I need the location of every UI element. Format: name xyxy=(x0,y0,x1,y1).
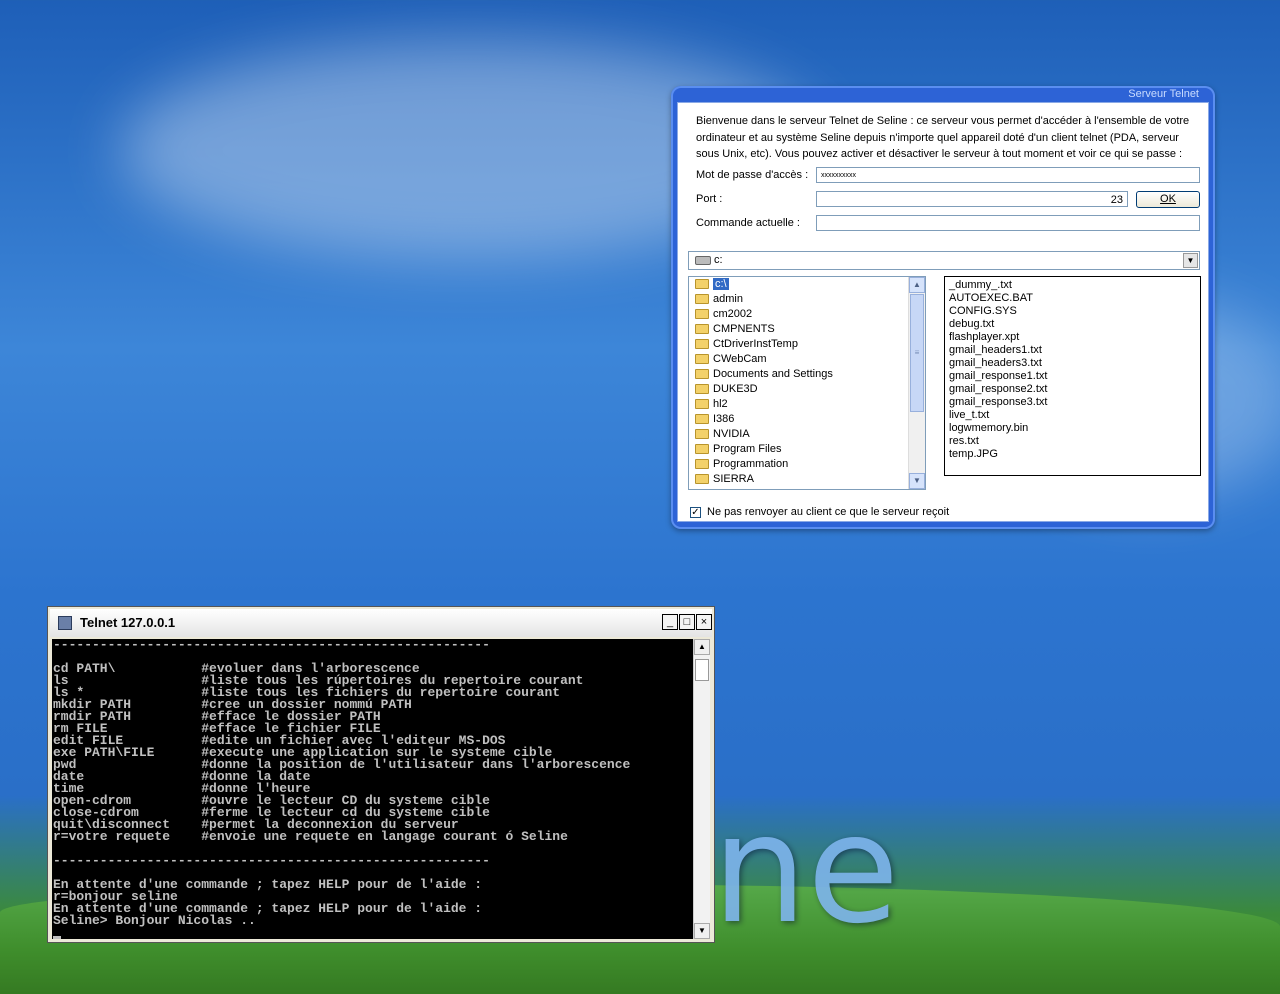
port-label: Port : xyxy=(696,193,723,205)
console-line: ----------------------------------------… xyxy=(53,639,490,652)
folder-icon xyxy=(695,369,709,380)
folder-icon xyxy=(695,399,709,410)
file-item[interactable]: live_t.txt xyxy=(949,409,1196,422)
panel-body: Bienvenue dans le serveur Telnet de Seli… xyxy=(677,102,1209,522)
directory-name: hl2 xyxy=(713,398,728,410)
file-item[interactable]: _dummy_.txt xyxy=(949,279,1196,292)
directory-name: Programmation xyxy=(713,458,789,470)
scroll-up-icon[interactable]: ▲ xyxy=(909,277,925,293)
directory-item[interactable]: cm2002 xyxy=(689,307,925,322)
directory-item[interactable]: I386 xyxy=(689,412,925,427)
directory-item[interactable]: NVIDIA xyxy=(689,427,925,442)
folder-icon xyxy=(695,459,709,470)
directory-name: CMPNENTS xyxy=(713,323,775,335)
text-cursor xyxy=(53,936,61,939)
directory-item[interactable]: Programmation xyxy=(689,457,925,472)
folder-icon xyxy=(695,354,709,365)
password-field[interactable]: xxxxxxxxxx xyxy=(816,167,1200,183)
file-item[interactable]: temp.JPG xyxy=(949,448,1196,461)
file-item[interactable]: logwmemory.bin xyxy=(949,422,1196,435)
console-output[interactable]: ----------------------------------------… xyxy=(52,639,693,939)
telnet-app-icon xyxy=(58,616,72,630)
password-label: Mot de passe d'accès : xyxy=(696,169,809,181)
no-echo-label: Ne pas renvoyer au client ce que le serv… xyxy=(707,506,950,518)
directory-name: cm2002 xyxy=(713,308,753,320)
folder-icon xyxy=(695,384,709,395)
directory-name: CtDriverInstTemp xyxy=(713,338,798,350)
directory-name: Program Files xyxy=(713,443,782,455)
directory-item[interactable]: CWebCam xyxy=(689,352,925,367)
scroll-thumb[interactable]: ≡ xyxy=(910,294,924,412)
folder-icon xyxy=(695,324,709,335)
directory-name: NVIDIA xyxy=(713,428,750,440)
directory-name: I386 xyxy=(713,413,735,425)
directory-name: admin xyxy=(713,293,743,305)
file-item[interactable]: gmail_response1.txt xyxy=(949,370,1196,383)
directory-name: SIERRA xyxy=(713,473,754,485)
folder-icon xyxy=(695,294,709,305)
directory-scrollbar[interactable]: ▲ ≡ ▼ xyxy=(908,277,925,489)
port-field[interactable]: 23 xyxy=(816,191,1128,207)
scroll-down-icon[interactable]: ▼ xyxy=(694,923,710,939)
directory-item[interactable]: CMPNENTS xyxy=(689,322,925,337)
close-button[interactable]: × xyxy=(696,614,712,630)
ok-button[interactable]: OK xyxy=(1136,191,1200,208)
directory-list[interactable]: c:\ admin cm2002 CMPNENTS CtDriverInstTemp CW… xyxy=(688,276,926,490)
folder-icon xyxy=(695,309,709,320)
telnet-console-window: Telnet 127.0.0.1 _ □ × -----------------… xyxy=(47,606,715,943)
file-item[interactable]: flashplayer.xpt xyxy=(949,331,1196,344)
no-echo-checkbox[interactable]: ✓ xyxy=(690,506,701,518)
folder-icon xyxy=(695,339,709,350)
directory-name: c:\ xyxy=(713,278,729,290)
telnet-server-panel: Serveur Telnet Bienvenue dans le serveur… xyxy=(671,86,1215,529)
panel-title: Serveur Telnet xyxy=(1128,88,1199,100)
directory-name: Documents and Settings xyxy=(713,368,833,380)
directory-item[interactable]: admin xyxy=(689,292,925,307)
console-scrollbar[interactable]: ▲ ▼ xyxy=(693,639,710,939)
drive-value: c: xyxy=(714,254,723,266)
file-item[interactable]: gmail_response2.txt xyxy=(949,383,1196,396)
console-line: ----------------------------------------… xyxy=(53,853,490,868)
file-item[interactable]: gmail_headers3.txt xyxy=(949,357,1196,370)
no-echo-option[interactable]: ✓ Ne pas renvoyer au client ce que le ser… xyxy=(690,506,949,518)
scroll-up-icon[interactable]: ▲ xyxy=(694,639,710,655)
directory-name: DUKE3D xyxy=(713,383,758,395)
folder-icon xyxy=(695,444,709,455)
directory-item[interactable]: Documents and Settings xyxy=(689,367,925,382)
scroll-thumb[interactable] xyxy=(695,659,709,681)
welcome-description: Bienvenue dans le serveur Telnet de Seli… xyxy=(696,115,1190,160)
directory-item[interactable]: hl2 xyxy=(689,397,925,412)
directory-item[interactable]: c:\ xyxy=(689,277,925,292)
file-item[interactable]: gmail_response3.txt xyxy=(949,396,1196,409)
folder-icon xyxy=(695,414,709,425)
directory-name: CWebCam xyxy=(713,353,767,365)
console-line: Seline> Bonjour Nicolas .. xyxy=(53,913,256,928)
minimize-button[interactable]: _ xyxy=(662,614,678,630)
maximize-button[interactable]: □ xyxy=(679,614,695,630)
scroll-down-icon[interactable]: ▼ xyxy=(909,473,925,489)
drive-icon xyxy=(695,255,711,265)
open-folder-icon xyxy=(695,279,709,290)
current-command-label: Commande actuelle : xyxy=(696,217,800,229)
drive-select[interactable]: c: ▼ xyxy=(688,251,1200,270)
directory-item[interactable]: CtDriverInstTemp xyxy=(689,337,925,352)
file-item[interactable]: CONFIG.SYS xyxy=(949,305,1196,318)
directory-item[interactable]: SIERRA xyxy=(689,472,925,487)
directory-item[interactable]: DUKE3D xyxy=(689,382,925,397)
current-command-field[interactable] xyxy=(816,215,1200,231)
directory-item[interactable]: Program Files xyxy=(689,442,925,457)
chevron-down-icon[interactable]: ▼ xyxy=(1183,253,1198,268)
file-item[interactable]: gmail_headers1.txt xyxy=(949,344,1196,357)
window-title: Telnet 127.0.0.1 xyxy=(80,615,176,630)
console-line: r=votre requete #envoie une requete en l… xyxy=(53,829,568,844)
window-titlebar[interactable]: Telnet 127.0.0.1 _ □ × xyxy=(50,609,712,637)
file-item[interactable]: res.txt xyxy=(949,435,1196,448)
file-item[interactable]: AUTOEXEC.BAT xyxy=(949,292,1196,305)
desktop-logo: ne xyxy=(712,783,900,957)
file-list[interactable]: _dummy_.txt AUTOEXEC.BAT CONFIG.SYS debug.t… xyxy=(944,276,1201,476)
folder-icon xyxy=(695,429,709,440)
file-item[interactable]: debug.txt xyxy=(949,318,1196,331)
folder-icon xyxy=(695,474,709,485)
